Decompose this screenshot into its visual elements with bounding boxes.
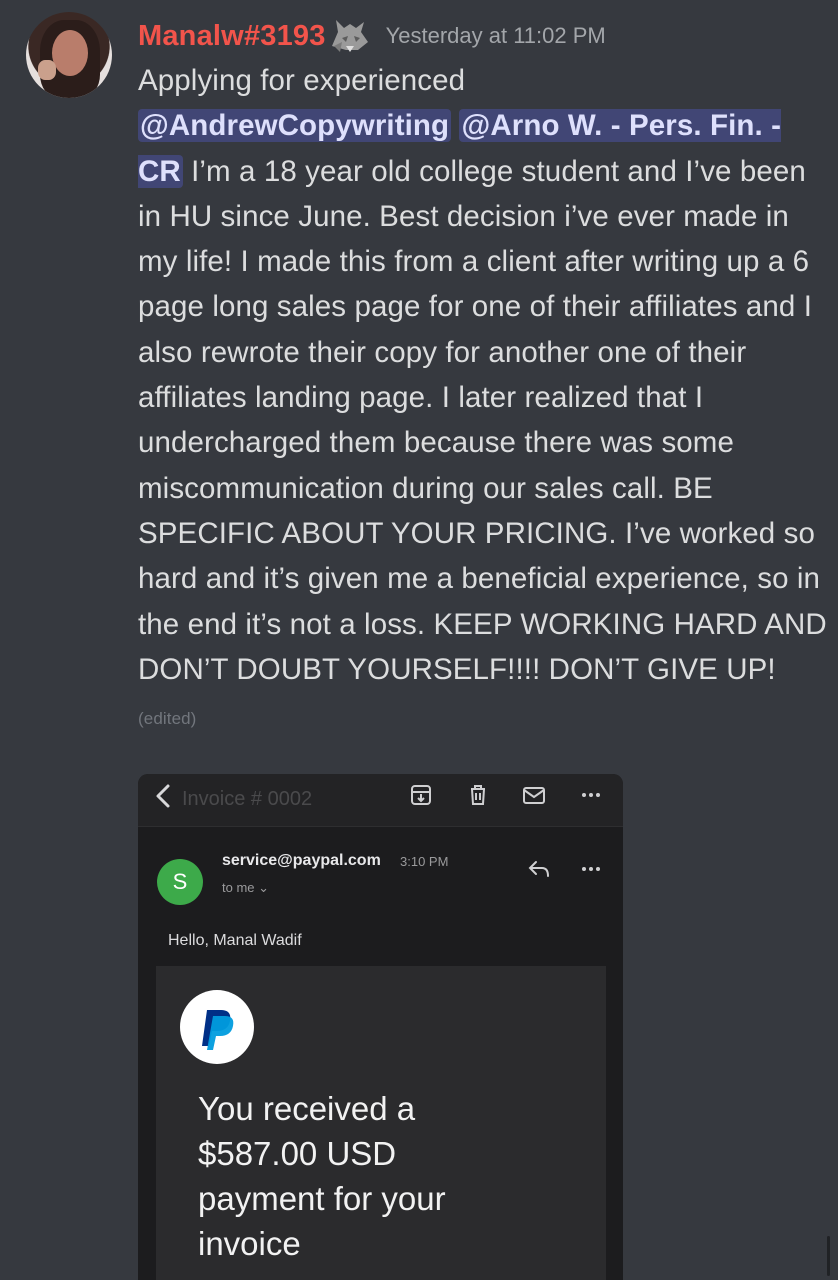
archive-icon[interactable] xyxy=(408,782,434,808)
mail-icon[interactable] xyxy=(521,782,547,808)
recipient-label: to me ⌄ xyxy=(222,880,270,895)
scrollbar[interactable] xyxy=(827,1236,830,1276)
headline-line-3: payment for your xyxy=(198,1180,446,1217)
trash-icon[interactable] xyxy=(465,782,491,808)
paypal-card: You received a $587.00 USD payment for y… xyxy=(156,966,606,1280)
message-text: I’m a 18 year old college student and I’… xyxy=(138,154,827,686)
sender-email: service@paypal.com xyxy=(222,852,381,869)
paypal-icon xyxy=(202,1010,234,1050)
user-avatar[interactable] xyxy=(26,12,112,98)
username[interactable]: Manalw#3193 xyxy=(138,20,326,53)
message-intro: Applying for experienced xyxy=(138,64,466,97)
edited-label: (edited) xyxy=(138,709,197,729)
more-icon[interactable] xyxy=(578,782,604,808)
mention-andrew[interactable]: @AndrewCopywriting xyxy=(138,109,452,143)
message-timestamp: Yesterday at 11:02 PM xyxy=(385,23,606,48)
back-icon[interactable] xyxy=(152,780,176,814)
sender-row: S service@paypal.com 3:10 PM to me ⌄ xyxy=(138,826,623,916)
headline-amount: $587.00 USD xyxy=(198,1135,397,1172)
image-attachment[interactable]: Invoice # 0002 S service@paypal.com 3:10… xyxy=(138,774,623,1280)
mail-time: 3:10 PM xyxy=(400,854,449,869)
mail-toolbar: Invoice # 0002 xyxy=(138,774,623,827)
message-header: Manalw#3193 Yesterday at 11:02 PM xyxy=(138,14,606,58)
payment-headline: You received a $587.00 USD payment for y… xyxy=(198,1086,578,1266)
faded-subject: Invoice # 0002 xyxy=(182,788,313,810)
sender-avatar: S xyxy=(157,859,203,905)
reply-icon xyxy=(528,861,549,877)
discord-message: Manalw#3193 Yesterday at 11:02 PM Applyi… xyxy=(0,0,838,1280)
email-greeting: Hello, Manal Wadif xyxy=(168,932,302,949)
paypal-logo xyxy=(180,990,254,1064)
message-content: Applying for experienced @AndrewCopywrit… xyxy=(138,58,828,741)
more-icon xyxy=(582,867,600,871)
wolf-icon xyxy=(331,20,368,52)
headline-line-4: invoice xyxy=(198,1225,301,1262)
headline-line-1: You received a xyxy=(198,1090,416,1127)
